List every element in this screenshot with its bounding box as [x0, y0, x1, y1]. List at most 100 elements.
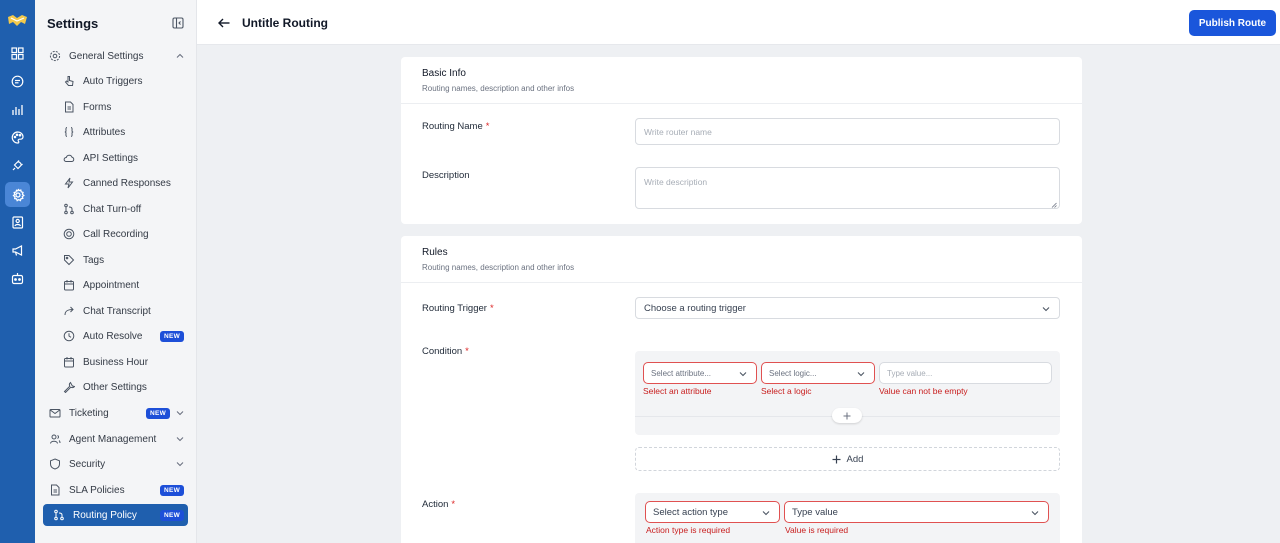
- new-badge: NEW: [160, 510, 185, 521]
- sidebar-group-label: Security: [69, 458, 106, 470]
- add-condition-button[interactable]: [832, 408, 862, 423]
- sidebar-group-label: General Settings: [69, 50, 144, 62]
- sidebar-item-chat-transcript[interactable]: Chat Transcript: [35, 300, 197, 322]
- sidebar-item-auto-triggers[interactable]: Auto Triggers: [35, 70, 197, 92]
- sidebar-item-label: Other Settings: [83, 381, 147, 393]
- dashboard-icon[interactable]: [8, 44, 27, 63]
- page-title: Untitle Routing: [242, 16, 328, 30]
- chevron-down-icon: [1030, 508, 1040, 518]
- routing-trigger-select[interactable]: Choose a routing trigger: [635, 297, 1060, 319]
- new-badge: NEW: [146, 408, 171, 419]
- description-textarea[interactable]: Write description: [635, 167, 1060, 209]
- sidebar-item-appointment[interactable]: Appointment: [35, 274, 197, 296]
- rules-card: Rules Routing names, description and oth…: [401, 236, 1082, 543]
- plus-icon: [843, 407, 851, 425]
- contacts-icon[interactable]: [8, 213, 27, 232]
- sidebar-group-general-settings[interactable]: General Settings: [35, 45, 197, 67]
- document-icon: [49, 484, 61, 496]
- mail-icon: [49, 407, 61, 419]
- routing-trigger-label: Routing Trigger *: [422, 303, 494, 314]
- sidebar-group-ticketing[interactable]: Ticketing NEW: [35, 402, 197, 424]
- condition-group: Select attribute... Select logic... Type…: [635, 351, 1060, 435]
- user-group-icon: [49, 433, 61, 445]
- sidebar-title: Settings: [47, 16, 99, 31]
- settings-sidebar: Settings General Settings Auto Triggers …: [35, 0, 197, 543]
- sidebar-item-attributes[interactable]: Attributes: [35, 121, 197, 143]
- sidebar-group-label: Ticketing: [69, 407, 109, 419]
- chevron-down-icon: [856, 369, 866, 379]
- sidebar-item-call-recording[interactable]: Call Recording: [35, 223, 197, 245]
- sidebar-group-label: Routing Policy: [73, 509, 137, 521]
- logic-select[interactable]: Select logic...: [761, 362, 875, 384]
- record-icon: [63, 228, 75, 240]
- calendar-icon: [63, 356, 75, 368]
- sidebar-group-agent-management[interactable]: Agent Management: [35, 428, 197, 450]
- value-error: Value can not be empty: [879, 386, 968, 396]
- label-text: Routing Name: [422, 121, 483, 132]
- sidebar-item-tags[interactable]: Tags: [35, 249, 197, 271]
- sidebar-item-label: Tags: [83, 254, 105, 266]
- action-group: Select action type Type value Action typ…: [635, 493, 1060, 543]
- sidebar-group-security[interactable]: Security: [35, 453, 197, 475]
- sidebar-item-label: Chat Turn-off: [83, 203, 142, 215]
- new-badge: NEW: [160, 331, 185, 342]
- chevron-up-icon: [175, 51, 185, 61]
- divider: [401, 103, 1082, 104]
- required-mark: *: [489, 303, 494, 314]
- sidebar-item-canned-responses[interactable]: Canned Responses: [35, 172, 197, 194]
- placeholder-text: Type value...: [887, 368, 933, 378]
- sidebar-item-other-settings[interactable]: Other Settings: [35, 376, 197, 398]
- sidebar-item-auto-resolve[interactable]: Auto Resolve NEW: [35, 325, 197, 347]
- route-icon: [53, 509, 65, 521]
- add-condition-group-button[interactable]: Add: [635, 447, 1060, 471]
- action-label: Action *: [422, 499, 455, 510]
- action-type-select[interactable]: Select action type: [645, 501, 780, 523]
- label-text: Condition: [422, 346, 463, 357]
- sidebar-collapse-icon[interactable]: [172, 16, 184, 29]
- plug-icon[interactable]: [8, 156, 27, 175]
- settings-gear-icon[interactable]: [5, 182, 30, 207]
- logic-error: Select a logic: [761, 386, 812, 396]
- divider: [401, 282, 1082, 283]
- palette-icon[interactable]: [8, 128, 27, 147]
- sidebar-item-chat-turn-off[interactable]: Chat Turn-off: [35, 198, 197, 220]
- analytics-icon[interactable]: [8, 100, 27, 119]
- lightning-icon: [63, 177, 75, 189]
- label-text: Routing Trigger: [422, 303, 487, 314]
- megaphone-icon[interactable]: [8, 241, 27, 260]
- chevron-down-icon: [1041, 304, 1051, 314]
- condition-value-input[interactable]: Type value...: [879, 362, 1052, 384]
- description-label: Description: [422, 170, 470, 181]
- routing-name-label: Routing Name *: [422, 121, 489, 132]
- placeholder-text: Type value: [792, 506, 838, 518]
- bot-icon[interactable]: [8, 269, 27, 288]
- publish-route-button[interactable]: Publish Route: [1189, 10, 1276, 36]
- sidebar-group-routing-policy[interactable]: Routing Policy NEW: [43, 504, 188, 526]
- sidebar-item-label: Chat Transcript: [83, 305, 151, 317]
- sidebar-item-label: Forms: [83, 101, 112, 113]
- back-arrow-icon[interactable]: [217, 16, 231, 30]
- condition-label: Condition *: [422, 346, 469, 357]
- gear-icon: [49, 50, 61, 62]
- chevron-down-icon: [761, 508, 771, 518]
- attribute-select[interactable]: Select attribute...: [643, 362, 757, 384]
- shield-icon: [49, 458, 61, 470]
- chat-icon[interactable]: [8, 72, 27, 91]
- section-title: Basic Info: [422, 68, 466, 79]
- sidebar-item-api-settings[interactable]: API Settings: [35, 147, 197, 169]
- sidebar-item-label: Attributes: [83, 126, 126, 138]
- resize-handle-icon[interactable]: [1051, 200, 1057, 208]
- basic-info-card: Basic Info Routing names, description an…: [401, 57, 1082, 224]
- section-title: Rules: [422, 247, 448, 258]
- action-value-select[interactable]: Type value: [784, 501, 1049, 523]
- label-text: Action: [422, 499, 449, 510]
- sidebar-group-sla-policies[interactable]: SLA Policies NEW: [35, 479, 197, 501]
- routing-name-input[interactable]: Write router name: [635, 118, 1060, 145]
- plus-icon: [832, 455, 841, 464]
- brand-logo-icon[interactable]: [7, 12, 28, 30]
- placeholder-text: Select logic...: [769, 368, 817, 378]
- sidebar-item-forms[interactable]: Forms: [35, 96, 197, 118]
- sidebar-item-label: Auto Triggers: [83, 75, 143, 87]
- action-value-error: Value is required: [785, 525, 849, 535]
- sidebar-item-business-hour[interactable]: Business Hour: [35, 351, 197, 373]
